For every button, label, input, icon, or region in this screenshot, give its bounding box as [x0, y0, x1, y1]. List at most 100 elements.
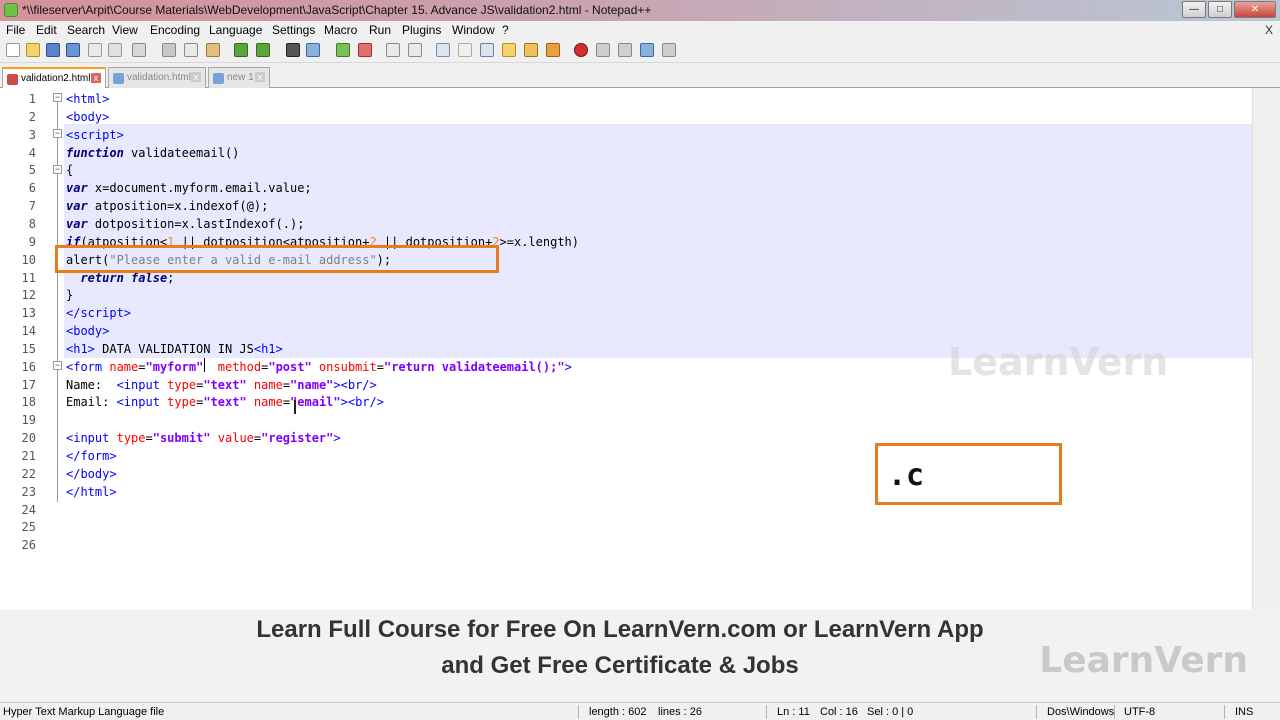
notepadpp-window: *\\fileserver\Arpit\Course Materials\Web… — [0, 0, 1280, 720]
code-text: <body> — [66, 109, 110, 124]
open-file-icon[interactable] — [26, 43, 40, 57]
status-sel: Sel : 0 | 0 — [867, 706, 914, 718]
tab-bar: validation2.html x validation.html x new… — [0, 63, 1280, 88]
line-number: 10 — [21, 252, 36, 267]
menu-language[interactable]: Language — [209, 23, 262, 37]
menu-run[interactable]: Run — [369, 23, 391, 37]
indent-guide-icon[interactable] — [480, 43, 494, 57]
tab-validation2[interactable]: validation2.html x — [2, 67, 106, 88]
doc-map-icon[interactable] — [524, 43, 538, 57]
zoom-out-icon[interactable] — [358, 43, 372, 57]
show-all-chars-icon[interactable] — [458, 43, 472, 57]
status-divider — [578, 705, 579, 719]
new-file-icon[interactable] — [6, 43, 20, 57]
undo-icon[interactable] — [234, 43, 248, 57]
maximize-button[interactable]: □ — [1208, 1, 1232, 18]
code-line[interactable]: 25 — [0, 518, 1252, 536]
save-icon[interactable] — [46, 43, 60, 57]
menu-edit[interactable]: Edit — [36, 23, 57, 37]
code-line[interactable]: 1 <html> — [0, 90, 1252, 108]
menu-view[interactable]: View — [112, 23, 138, 37]
code-line[interactable]: 3 <script> — [0, 126, 1252, 144]
line-number: 26 — [21, 538, 36, 553]
code-line[interactable]: 20 <input type="submit" value="register"> — [0, 429, 1252, 447]
line-number: 7 — [28, 199, 36, 214]
redo-icon[interactable] — [256, 43, 270, 57]
find-icon[interactable] — [286, 43, 300, 57]
close-tab-icon[interactable]: x — [191, 72, 201, 82]
code-line[interactable]: 13 </script> — [0, 304, 1252, 322]
code-line[interactable]: 22 </body> — [0, 465, 1252, 483]
code-text: <script> — [66, 127, 124, 142]
status-ln: Ln : 11 — [777, 706, 810, 718]
line-number: 19 — [21, 413, 36, 428]
saved-file-icon — [213, 73, 224, 84]
code-text: <body> — [66, 324, 110, 339]
print-icon[interactable] — [132, 43, 146, 57]
vertical-scrollbar[interactable] — [1252, 88, 1280, 610]
save-macro-icon[interactable] — [662, 43, 676, 57]
code-line[interactable]: 26 — [0, 536, 1252, 554]
close-button[interactable]: ✕ — [1234, 1, 1276, 18]
line-number: 1 — [28, 92, 36, 106]
copy-icon[interactable] — [184, 43, 198, 57]
menu-window[interactable]: Window — [452, 23, 495, 37]
tab-new-1[interactable]: new 1 x — [208, 67, 270, 88]
udl-icon[interactable] — [502, 43, 516, 57]
menu-bar: File Edit Search View Encoding Language … — [0, 21, 1280, 39]
annotation-box: .c — [875, 443, 1062, 505]
status-divider — [766, 705, 767, 719]
line-number: 23 — [21, 484, 36, 499]
close-document-icon[interactable]: X — [1265, 23, 1273, 37]
line-number: 8 — [28, 216, 36, 231]
close-tab-icon[interactable]: x — [255, 72, 265, 82]
tab-validation[interactable]: validation.html x — [108, 67, 206, 88]
save-all-icon[interactable] — [66, 43, 80, 57]
replace-icon[interactable] — [306, 43, 320, 57]
close-all-icon[interactable] — [108, 43, 122, 57]
code-line[interactable]: 4 function validateemail() — [0, 144, 1252, 162]
code-line[interactable]: 8 var dotposition=x.lastIndexof(.); — [0, 215, 1252, 233]
line-number: 11 — [21, 270, 36, 285]
run-macro-multiple-icon[interactable] — [640, 43, 654, 57]
code-line[interactable]: 2 <body> — [0, 108, 1252, 126]
code-line[interactable]: 18 Email: <input type="text" name="email"… — [0, 393, 1252, 411]
code-line[interactable]: 24 — [0, 501, 1252, 519]
code-text: var atposition=x.indexof(@); — [66, 199, 269, 214]
code-line[interactable]: 5{ — [0, 161, 1252, 179]
minimize-button[interactable]: — — [1182, 1, 1206, 18]
menu-plugins[interactable]: Plugins — [402, 23, 441, 37]
code-line[interactable]: 7 var atposition=x.indexof(@); — [0, 197, 1252, 215]
stop-macro-icon[interactable] — [596, 43, 610, 57]
code-text: <form name="myform" method="post" onsubm… — [66, 359, 572, 374]
menu-macro[interactable]: Macro — [324, 23, 357, 37]
menu-encoding[interactable]: Encoding — [150, 23, 200, 37]
close-tab-icon[interactable]: x — [91, 73, 101, 83]
line-number: 3 — [28, 127, 36, 142]
code-line[interactable]: 19 — [0, 411, 1252, 429]
code-line[interactable]: 14 <body> — [0, 322, 1252, 340]
menu-search[interactable]: Search — [67, 23, 105, 37]
annotation-text: .c — [888, 458, 925, 493]
zoom-in-icon[interactable] — [336, 43, 350, 57]
status-length: length : 602 — [589, 706, 647, 718]
sync-v-icon[interactable] — [386, 43, 400, 57]
function-list-icon[interactable] — [546, 43, 560, 57]
code-line[interactable]: 6 var x=document.myform.email.value; — [0, 179, 1252, 197]
code-line[interactable]: 23 </html> — [0, 483, 1252, 501]
status-eol: Dos\Windows — [1047, 706, 1115, 718]
code-line[interactable]: 12} — [0, 286, 1252, 304]
menu-settings[interactable]: Settings — [272, 23, 315, 37]
play-macro-icon[interactable] — [618, 43, 632, 57]
window-title: *\\fileserver\Arpit\Course Materials\Web… — [22, 3, 652, 17]
word-wrap-icon[interactable] — [436, 43, 450, 57]
close-file-icon[interactable] — [88, 43, 102, 57]
tab-label: validation.html — [127, 72, 191, 83]
paste-icon[interactable] — [206, 43, 220, 57]
code-line[interactable]: 21 </form> — [0, 447, 1252, 465]
record-macro-icon[interactable] — [574, 43, 588, 57]
menu-file[interactable]: File — [6, 23, 25, 37]
sync-h-icon[interactable] — [408, 43, 422, 57]
menu-help[interactable]: ? — [502, 23, 509, 37]
cut-icon[interactable] — [162, 43, 176, 57]
